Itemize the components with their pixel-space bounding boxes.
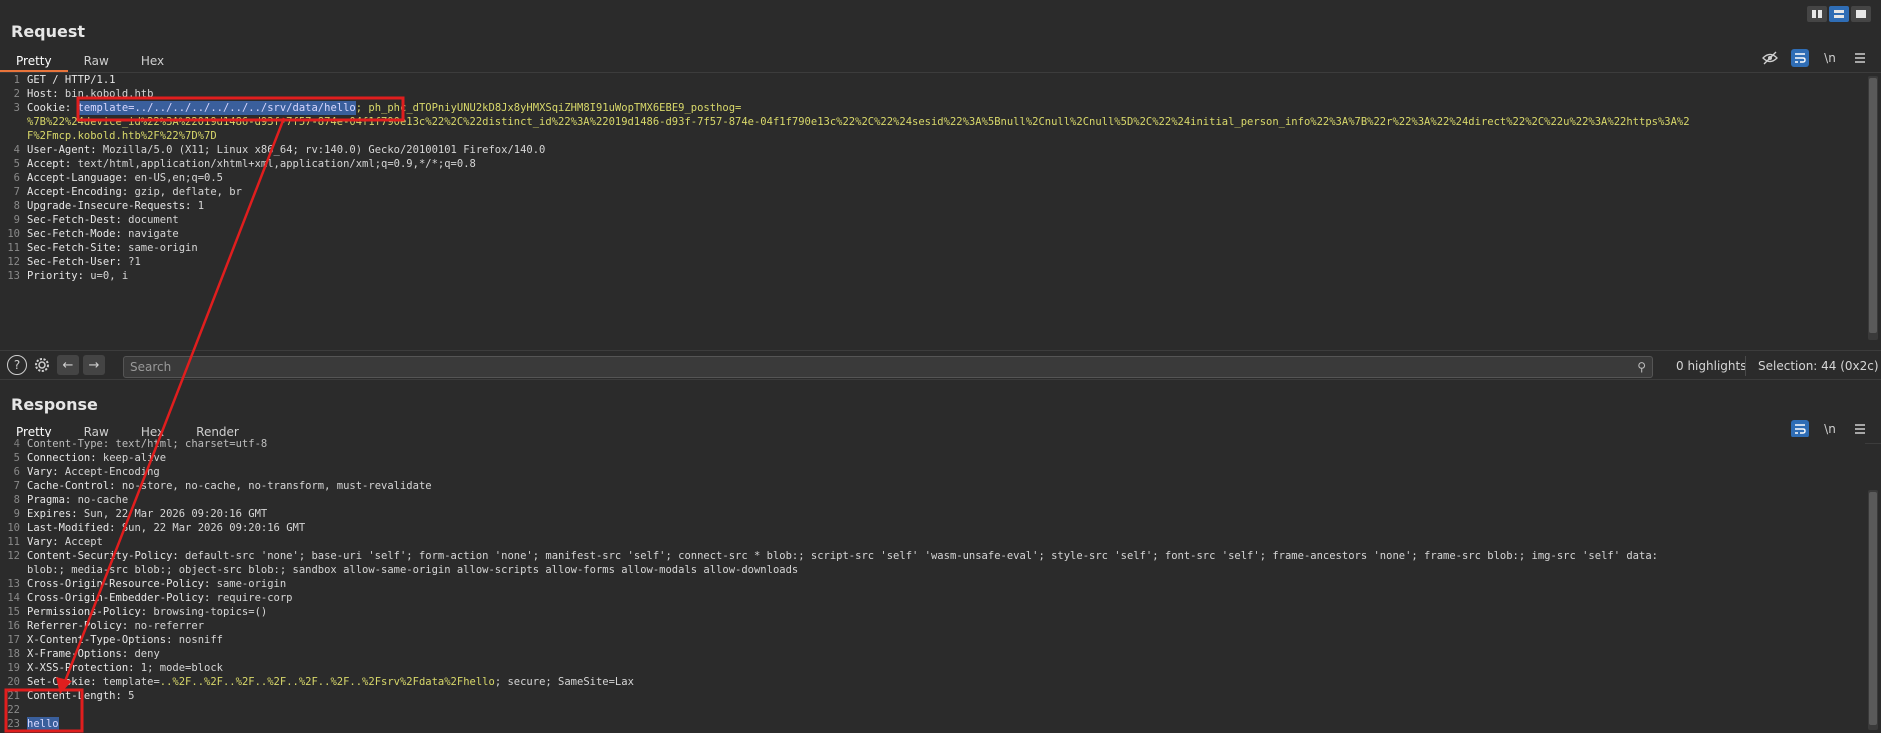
request-line: 2 Host: bin.kobold.htb: [13, 88, 154, 100]
response-line: 9 Expires: Sun, 22 Mar 2026 09:20:16 GMT: [13, 508, 268, 520]
highlights-count: 0 highlights: [1676, 359, 1747, 373]
search-input[interactable]: [124, 359, 1638, 375]
cookie-continuation: F%2Fmcp.kobold.htb%2F%22%7D%7D: [27, 130, 217, 142]
response-line: 7 Cache-Control: no-store, no-cache, no-t…: [13, 480, 432, 492]
response-line: 14 Cross-Origin-Embedder-Policy: require-…: [7, 592, 293, 604]
layout-buttons: [1807, 6, 1871, 22]
cookie-template-selected[interactable]: template=../../../../../../../srv/data/h…: [77, 101, 356, 115]
request-line: 14Te: trailers: [0, 283, 1865, 285]
request-tab-hex[interactable]: Hex: [125, 50, 180, 72]
menu-icon[interactable]: [1851, 49, 1869, 67]
request-line: 13 Priority: u=0, i: [7, 270, 129, 282]
search-divider: [1745, 356, 1746, 376]
response-line: 8 Pragma: no-cache: [13, 494, 129, 506]
response-line: 11 Vary: Accept: [7, 536, 103, 548]
request-line: 9 Sec-Fetch-Dest: document: [13, 214, 179, 226]
response-line-set-cookie: 20 Set-Cookie: template= ..%2F..%2F..%2F..…: [7, 676, 634, 688]
request-toolbar: \n: [1761, 49, 1869, 67]
response-line: 6 Vary: Accept-Encoding: [13, 466, 160, 478]
search-bar: ? ← → ⚲ 0 highlights Selection: 44 (0x2c…: [0, 350, 1881, 380]
newline-icon[interactable]: \n: [1821, 49, 1839, 67]
layout-stacked-button[interactable]: [1829, 6, 1849, 22]
request-tab-raw[interactable]: Raw: [68, 50, 125, 72]
response-title: Response: [11, 395, 98, 414]
request-line: 11 Sec-Fetch-Site: same-origin: [7, 242, 198, 254]
search-icon[interactable]: ⚲: [1637, 360, 1652, 374]
request-line: 1 GET / HTTP/1.1: [13, 74, 116, 86]
wrap-icon[interactable]: [1791, 49, 1809, 67]
wrap-icon[interactable]: [1791, 420, 1809, 438]
request-line: 12 Sec-Fetch-User: ?1: [7, 256, 141, 268]
request-line: 10 Sec-Fetch-Mode: navigate: [7, 228, 179, 240]
request-title: Request: [11, 22, 86, 41]
search-box: ⚲: [123, 356, 1653, 378]
request-editor[interactable]: 1 GET / HTTP/1.1 2 Host: bin.kobold.htb 3C…: [0, 73, 1865, 285]
response-line: 16 Referrer-Policy: no-referrer: [7, 620, 205, 632]
response-scrollbar[interactable]: [1868, 490, 1878, 730]
layout-side-by-side-button[interactable]: [1807, 6, 1827, 22]
help-icon[interactable]: ?: [7, 355, 27, 375]
response-line: 15 Permissions-Policy: browsing-topics=(): [7, 606, 268, 618]
response-line: 22: [7, 704, 20, 716]
response-editor[interactable]: 4 Content-Type: text/html; charset=utf-8 …: [0, 437, 1865, 733]
request-tabs: Pretty Raw Hex: [0, 50, 180, 72]
response-line: 21 Content-Length: 5: [7, 690, 135, 702]
cookie-continuation: %7B%22%24device_id%22%3A%22019d1486-d93f…: [27, 116, 1690, 128]
request-line-cookie: 3 Cookie: template=../../../../../../../s…: [13, 101, 742, 115]
response-line: 17 X-Content-Type-Options: nosniff: [7, 634, 223, 646]
settings-icon[interactable]: [31, 355, 53, 375]
response-line-body: 23 hello: [7, 717, 59, 731]
selection-info: Selection: 44 (0x2c): [1758, 359, 1879, 373]
layout-single-button[interactable]: [1851, 6, 1871, 22]
request-line: 8 Upgrade-Insecure-Requests: 1: [13, 200, 205, 212]
response-body-hello[interactable]: hello: [27, 717, 59, 731]
csp-continuation: blob:; media-src blob:; object-src blob:…: [27, 564, 799, 576]
response-line: 18 X-Frame-Options: deny: [7, 648, 160, 660]
response-line: 13 Cross-Origin-Resource-Policy: same-ori…: [7, 578, 287, 590]
request-line: 6 Accept-Language: en-US,en;q=0.5: [13, 172, 223, 184]
menu-icon[interactable]: [1851, 420, 1869, 438]
previous-arrow-icon[interactable]: ←: [57, 355, 79, 375]
request-tab-pretty[interactable]: Pretty: [0, 50, 68, 72]
newline-icon[interactable]: \n: [1821, 420, 1839, 438]
response-line: 4 Content-Type: text/html; charset=utf-8: [13, 438, 268, 450]
next-arrow-icon[interactable]: →: [83, 355, 105, 375]
response-toolbar: \n: [1791, 420, 1869, 438]
response-line: 10 Last-Modified: Sun, 22 Mar 2026 09:20:…: [7, 522, 306, 534]
response-line: 5 Connection: keep-alive: [13, 452, 167, 464]
response-line: 19 X-XSS-Protection: 1; mode=block: [7, 662, 223, 674]
request-line: 4 User-Agent: Mozilla/5.0 (X11; Linux x86…: [13, 144, 546, 156]
hide-icon[interactable]: [1761, 49, 1779, 67]
request-line: 7 Accept-Encoding: gzip, deflate, br: [13, 186, 242, 198]
request-scrollbar[interactable]: [1868, 76, 1878, 340]
request-line: 5 Accept: text/html,application/xhtml+xml…: [13, 158, 476, 170]
response-line-csp: 12 Content-Security-Policy: default-src '…: [7, 550, 1658, 562]
